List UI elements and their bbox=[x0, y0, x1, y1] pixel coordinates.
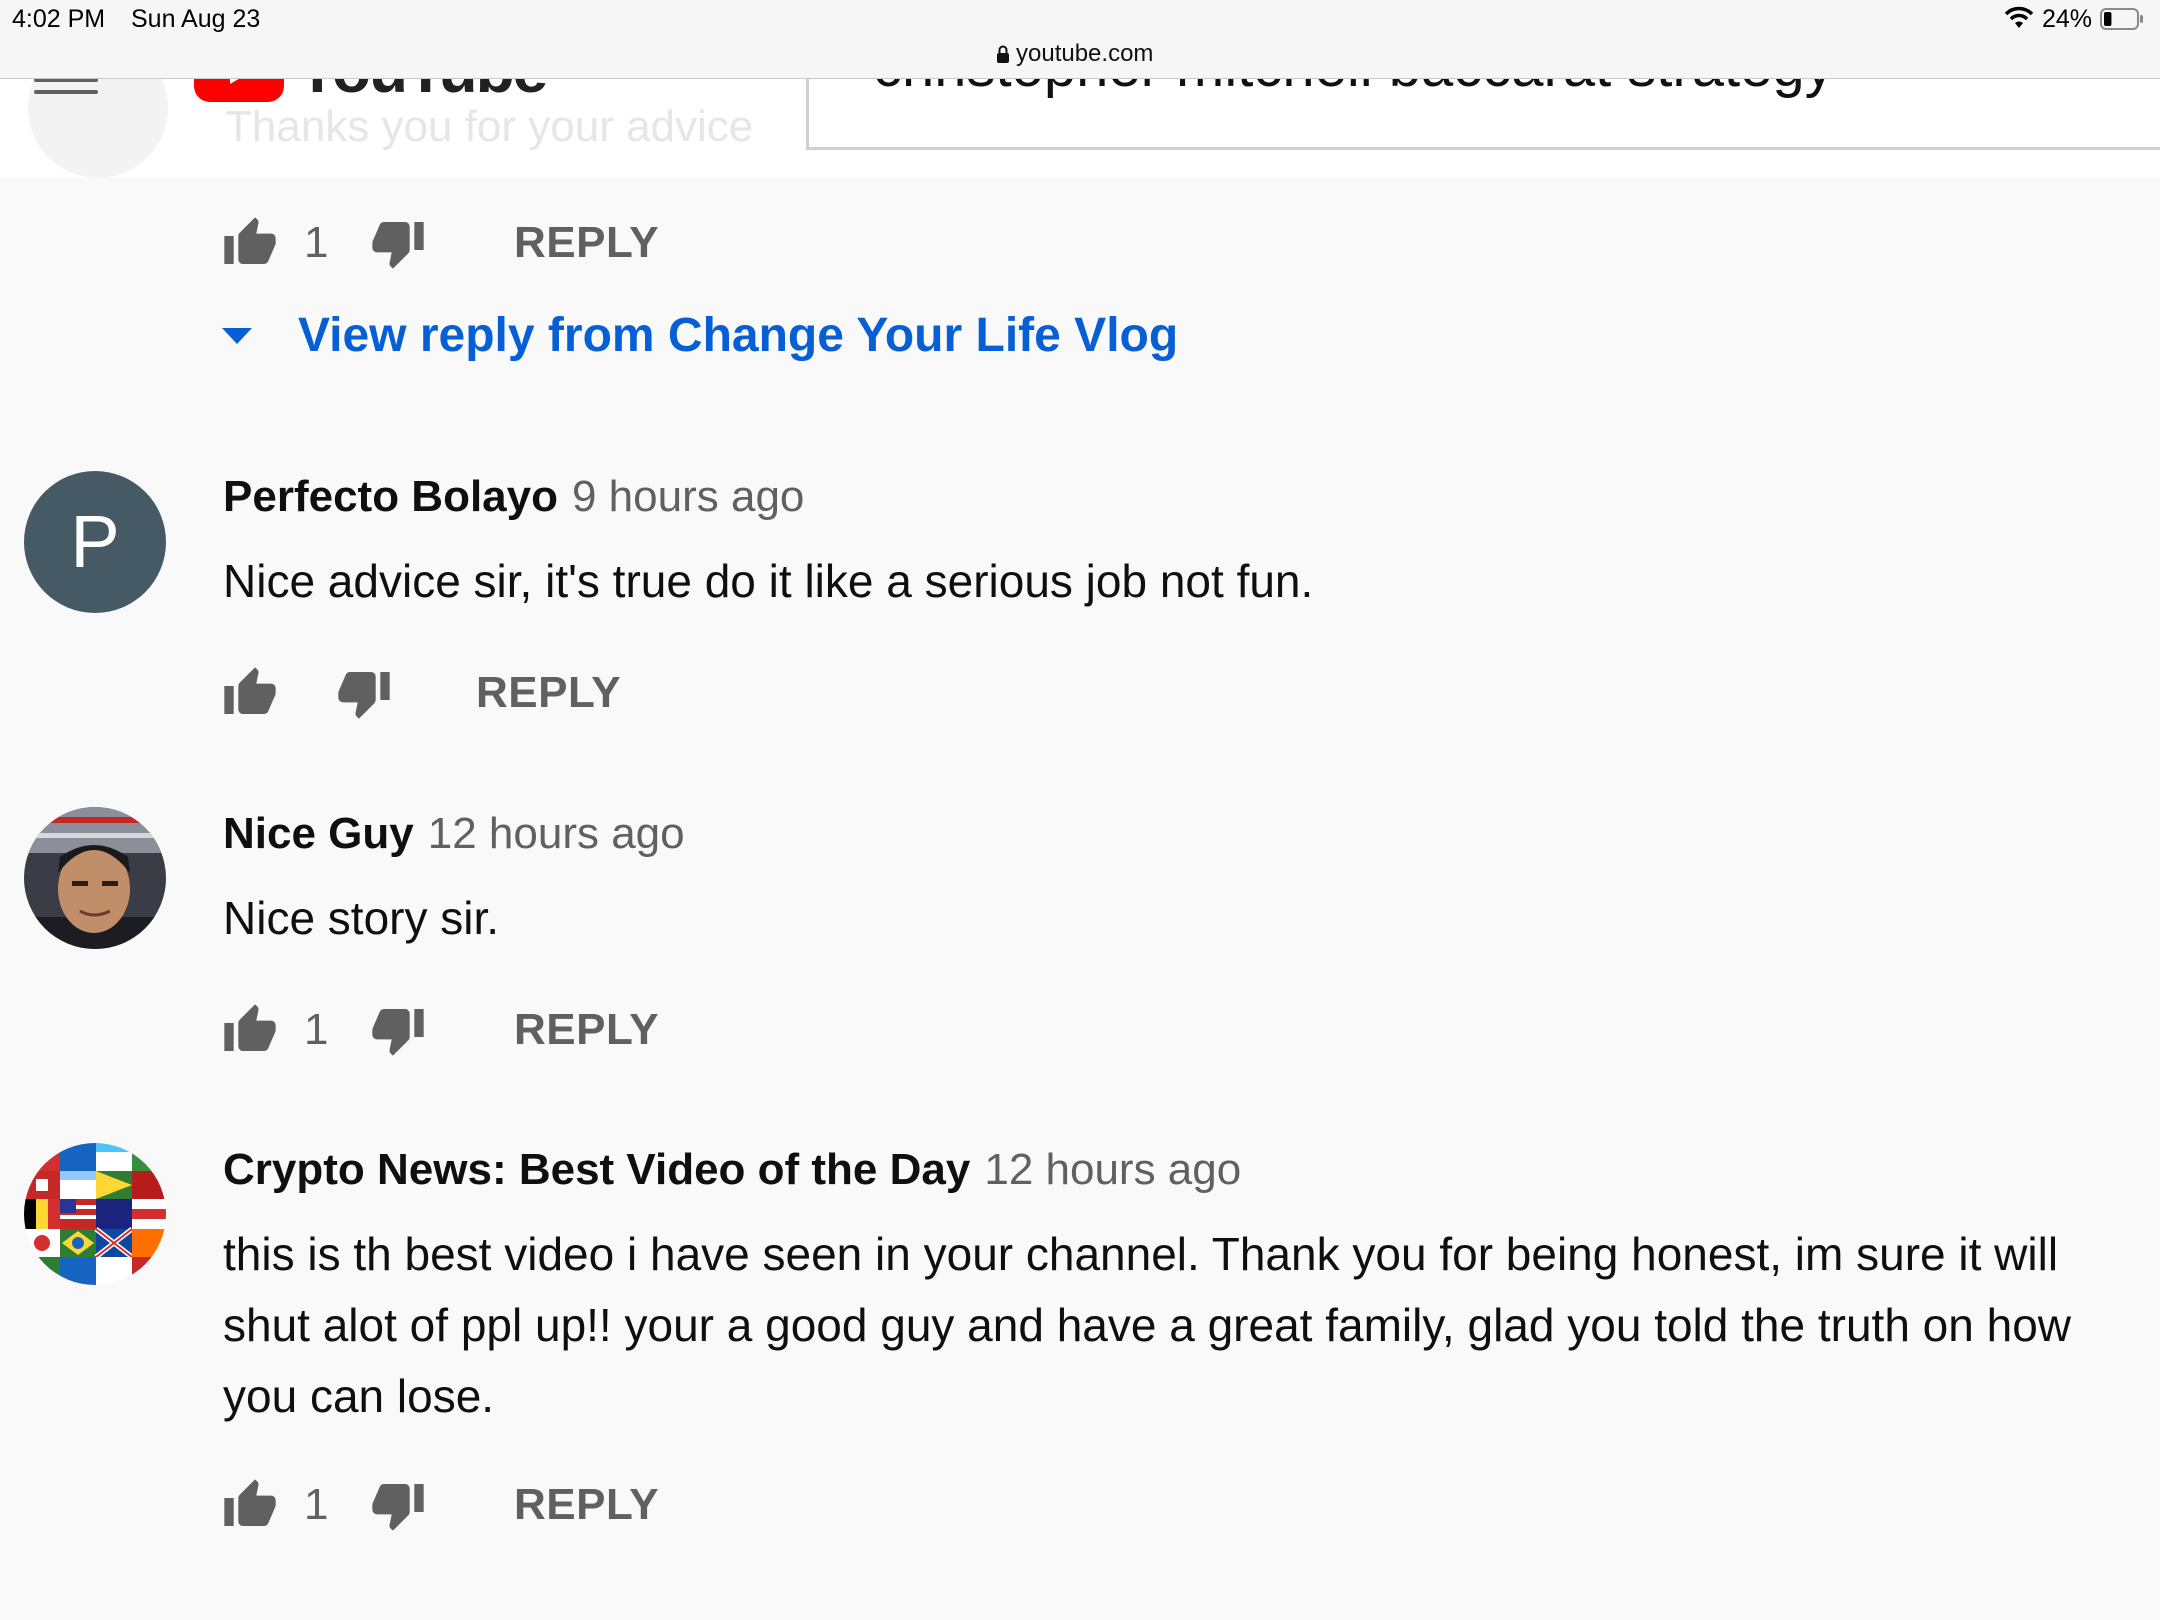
like-count: 1 bbox=[304, 218, 329, 267]
comment-header: Nice Guy 12 hours ago bbox=[223, 809, 685, 859]
reply-button[interactable]: REPLY bbox=[514, 1005, 659, 1055]
thumbs-down-icon[interactable] bbox=[336, 665, 392, 721]
comment-author[interactable]: Nice Guy bbox=[223, 809, 414, 858]
comment-author[interactable]: Perfecto Bolayo bbox=[223, 472, 558, 521]
comment-time[interactable]: 12 hours ago bbox=[428, 809, 685, 858]
youtube-logo[interactable]: YouTube bbox=[194, 78, 548, 102]
thumbs-down-icon[interactable] bbox=[370, 1477, 426, 1533]
view-reply-button[interactable]: View reply from Change Your Life Vlog bbox=[222, 308, 1178, 363]
status-time: 4:02 PM bbox=[12, 5, 106, 33]
thumbs-up-icon[interactable] bbox=[222, 1477, 278, 1533]
comment-time[interactable]: 9 hours ago bbox=[572, 472, 804, 521]
url-display[interactable]: youtube.com bbox=[996, 40, 1153, 68]
reply-button[interactable]: REPLY bbox=[514, 218, 659, 268]
play-icon bbox=[194, 78, 284, 102]
caret-down-icon bbox=[222, 327, 252, 344]
thumbs-up-icon[interactable] bbox=[222, 665, 278, 721]
youtube-header: Thanks you for your advice YouTube chris… bbox=[0, 78, 2160, 178]
lock-icon bbox=[997, 45, 1009, 63]
ghost-comment-text: Thanks you for your advice bbox=[225, 102, 754, 151]
search-query: christopher mitchell baccarat strategy bbox=[873, 78, 1834, 100]
comment-actions-previous: 1 REPLY bbox=[222, 213, 659, 273]
battery-icon bbox=[2100, 8, 2144, 30]
avatar[interactable] bbox=[24, 807, 166, 949]
thumbs-up-icon[interactable] bbox=[222, 1002, 278, 1058]
comment-author[interactable]: Crypto News: Best Video of the Day bbox=[223, 1145, 970, 1194]
ios-status-bar: 4:02 PM Sun Aug 23 24% bbox=[0, 0, 2160, 40]
comment-actions: 1 REPLY bbox=[222, 1475, 659, 1535]
avatar[interactable] bbox=[24, 1143, 166, 1285]
comment-actions: REPLY bbox=[222, 663, 621, 723]
reply-button[interactable]: REPLY bbox=[476, 668, 621, 718]
reply-button[interactable]: REPLY bbox=[514, 1480, 659, 1530]
hamburger-menu-icon[interactable] bbox=[34, 78, 98, 100]
browser-address-bar[interactable]: youtube.com bbox=[0, 40, 2160, 79]
comment-text: Nice advice sir, it's true do it like a … bbox=[223, 555, 1314, 607]
status-date: Sun Aug 23 bbox=[131, 5, 261, 33]
thumbs-down-icon[interactable] bbox=[370, 1002, 426, 1058]
thumbs-up-icon[interactable] bbox=[222, 215, 278, 271]
avatar[interactable]: P bbox=[24, 471, 166, 613]
view-reply-label: View reply from Change Your Life Vlog bbox=[298, 309, 1179, 362]
comment-text: this is th best video i have seen in you… bbox=[223, 1228, 2072, 1422]
comment-header: Crypto News: Best Video of the Day 12 hou… bbox=[223, 1145, 1241, 1195]
comment-time[interactable]: 12 hours ago bbox=[984, 1145, 1241, 1194]
like-count: 1 bbox=[304, 1005, 329, 1054]
comment-header: Perfecto Bolayo 9 hours ago bbox=[223, 472, 804, 522]
battery-percent: 24% bbox=[2042, 5, 2093, 33]
search-input[interactable]: christopher mitchell baccarat strategy bbox=[806, 78, 2160, 150]
wifi-icon bbox=[2004, 6, 2034, 37]
like-count: 1 bbox=[304, 1480, 329, 1529]
comment-actions: 1 REPLY bbox=[222, 1000, 659, 1060]
url-domain: youtube.com bbox=[1016, 40, 1154, 67]
youtube-wordmark: YouTube bbox=[296, 78, 548, 102]
comment-text: Nice story sir. bbox=[223, 892, 500, 944]
thumbs-down-icon[interactable] bbox=[370, 215, 426, 271]
